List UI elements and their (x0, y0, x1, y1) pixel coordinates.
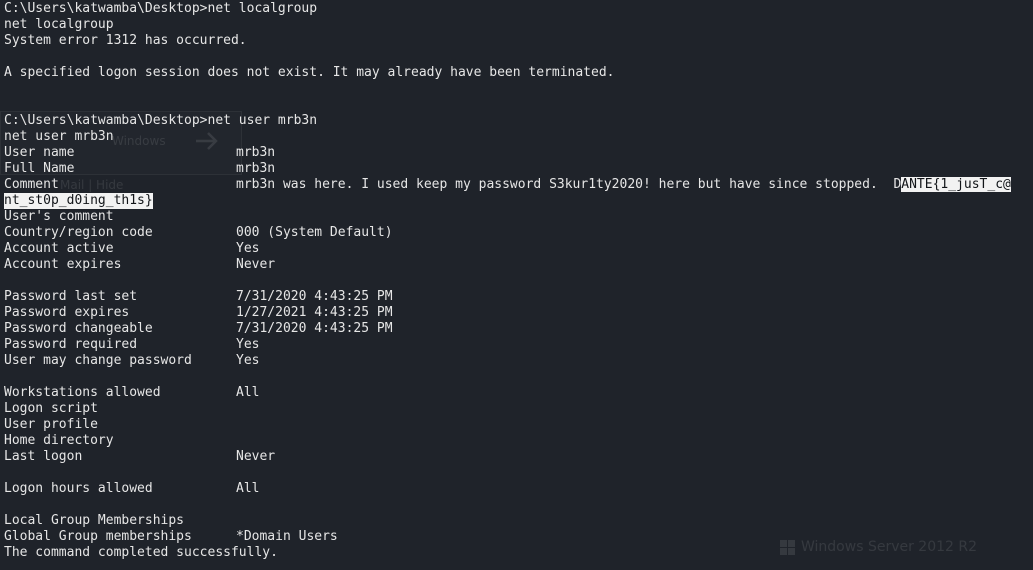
field-logon-script: Logon script (0, 401, 1033, 417)
field-key: Global Group memberships (4, 529, 192, 544)
terminal-line: net localgroup (4, 17, 114, 32)
command-status: The command completed successfully. (4, 545, 278, 560)
field-logon-hours: Logon hours allowed All (0, 481, 1033, 497)
field-key: User profile (4, 417, 98, 432)
selected-text[interactable]: ANTE{1_jusT_c@ (901, 177, 1011, 192)
field-global-groups: Global Group memberships *Domain Users (0, 529, 1033, 545)
field-full-name: Full Name mrb3n (0, 161, 1033, 177)
field-account-expires: Account expires Never (0, 257, 1033, 273)
field-value: *Domain Users (236, 529, 338, 544)
field-last-logon: Last logon Never (0, 449, 1033, 465)
field-password-expires: Password expires 1/27/2021 4:43:25 PM (0, 305, 1033, 321)
field-value: Never (236, 449, 276, 464)
field-local-groups: Local Group Memberships (0, 513, 1033, 529)
field-value: 1/27/2021 4:43:25 PM (236, 305, 393, 320)
field-user-name: User name mrb3n (0, 145, 1033, 161)
field-value: 7/31/2020 4:43:25 PM (236, 321, 393, 336)
field-value: mrb3n (236, 145, 276, 160)
field-workstations-allowed: Workstations allowed All (0, 385, 1033, 401)
field-users-comment: User's comment (0, 209, 1033, 225)
terminal-line: C:\Users\katwamba\Desktop>net localgroup (4, 1, 318, 16)
field-value: All (236, 385, 260, 400)
field-key: Password required (4, 337, 138, 352)
field-comment-wrap: nt_st0p_d0ing_th1s} (0, 193, 1033, 209)
field-key: User's comment (4, 209, 114, 224)
field-key: Workstations allowed (4, 385, 161, 400)
field-user-may-change: User may change password Yes (0, 353, 1033, 369)
field-key: Account active (4, 241, 114, 256)
field-key: Logon hours allowed (4, 481, 153, 496)
field-key: User may change password (4, 353, 192, 368)
field-key: Home directory (4, 433, 114, 448)
selected-text[interactable]: nt_st0p_d0ing_th1s} (4, 193, 153, 209)
field-key: Password changeable (4, 321, 153, 336)
comment-text: mrb3n was here. I used keep my password … (236, 177, 902, 192)
field-user-profile: User profile (0, 417, 1033, 433)
field-key: Account expires (4, 257, 122, 272)
terminal-line: C:\Users\katwamba\Desktop>net user mrb3n (4, 113, 318, 128)
field-value: mrb3n (236, 161, 276, 176)
field-password-last-set: Password last set 7/31/2020 4:43:25 PM (0, 289, 1033, 305)
terminal-line: net user mrb3n (4, 129, 114, 144)
field-home-directory: Home directory (0, 433, 1033, 449)
field-key: Comment (4, 177, 59, 192)
field-key: Country/region code (4, 225, 153, 240)
field-comment: Comment mrb3n was here. I used keep my p… (0, 177, 1033, 193)
field-password-changeable: Password changeable 7/31/2020 4:43:25 PM (0, 321, 1033, 337)
field-value: mrb3n was here. I used keep my password … (236, 177, 1011, 193)
terminal-output[interactable]: C:\Users\katwamba\Desktop>net localgroup… (0, 0, 1033, 570)
field-value: 000 (System Default) (236, 225, 393, 240)
terminal-line: A specified logon session does not exist… (4, 65, 615, 80)
field-value: Yes (236, 241, 260, 256)
field-key: Full Name (4, 161, 75, 176)
terminal-line: System error 1312 has occurred. (4, 33, 247, 48)
field-value: 7/31/2020 4:43:25 PM (236, 289, 393, 304)
field-key: Logon script (4, 401, 98, 416)
field-key: Password expires (4, 305, 130, 320)
field-key: Password last set (4, 289, 138, 304)
field-key: Local Group Memberships (4, 513, 185, 528)
field-account-active: Account active Yes (0, 241, 1033, 257)
field-value: Yes (236, 337, 260, 352)
field-password-required: Password required Yes (0, 337, 1033, 353)
field-key: User name (4, 145, 75, 160)
field-value: Never (236, 257, 276, 272)
field-country-code: Country/region code 000 (System Default) (0, 225, 1033, 241)
field-value: All (236, 481, 260, 496)
field-value: Yes (236, 353, 260, 368)
field-key: Last logon (4, 449, 83, 464)
